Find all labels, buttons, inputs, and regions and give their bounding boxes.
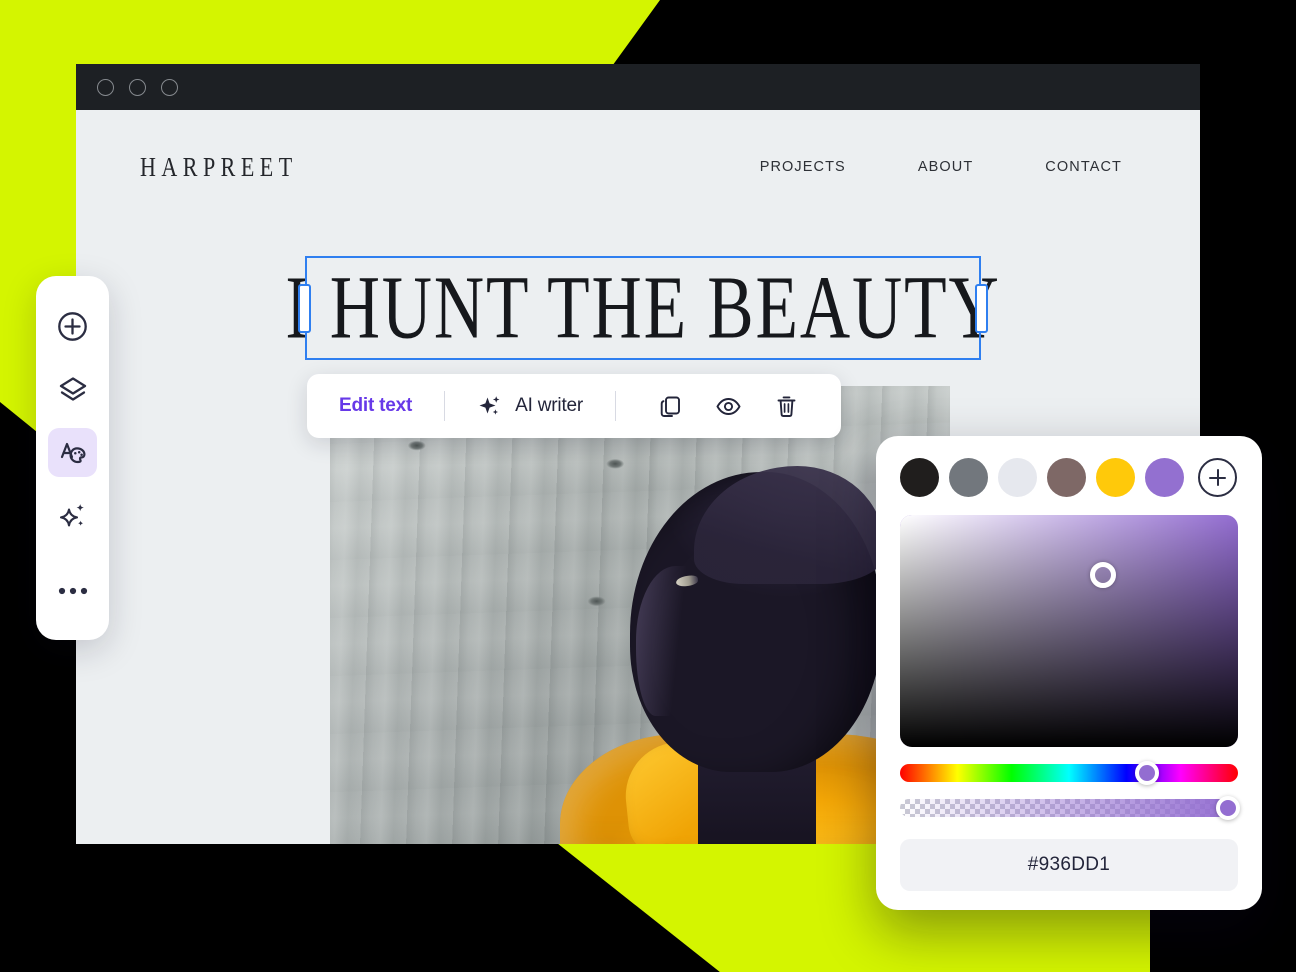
- swatch-black[interactable]: [900, 458, 939, 497]
- edit-text-button[interactable]: Edit text: [333, 391, 418, 421]
- sidebar-item-ai-effects[interactable]: [48, 491, 97, 540]
- sidebar-item-add[interactable]: [48, 302, 97, 351]
- plus-circle-icon: [58, 312, 87, 341]
- sidebar-item-styles[interactable]: [48, 428, 97, 477]
- sv-black-gradient: [900, 515, 1238, 747]
- site-header: HARPREET PROJECTS ABOUT CONTACT: [76, 110, 1200, 182]
- alpha-track: [900, 799, 1238, 817]
- eye-icon: [716, 397, 741, 415]
- site-nav: PROJECTS ABOUT CONTACT: [760, 159, 1132, 175]
- hex-input[interactable]: #936DD1: [900, 839, 1238, 891]
- resize-handle-right[interactable]: [975, 284, 988, 333]
- swatch-gray[interactable]: [949, 458, 988, 497]
- swatch-light[interactable]: [998, 458, 1037, 497]
- sidebar-item-more[interactable]: [48, 566, 97, 615]
- sparkles-icon: [59, 503, 84, 526]
- ai-writer-button[interactable]: AI writer: [471, 389, 589, 423]
- nav-item-projects[interactable]: PROJECTS: [760, 159, 846, 175]
- sidebar-item-layers[interactable]: [48, 365, 97, 414]
- sparkle-icon: [479, 396, 500, 415]
- site-logo[interactable]: HARPREET: [140, 151, 298, 184]
- add-swatch-button[interactable]: [1198, 458, 1237, 497]
- swatch-yellow[interactable]: [1096, 458, 1135, 497]
- hue-track: [900, 764, 1238, 782]
- alpha-slider-knob[interactable]: [1215, 796, 1240, 820]
- duplicate-icon: [660, 396, 680, 417]
- saturation-value-area[interactable]: [900, 515, 1238, 747]
- hero-image[interactable]: [330, 386, 950, 844]
- trash-icon: [777, 395, 796, 417]
- editor-sidebar: [36, 276, 109, 640]
- color-picker-panel: #936DD1: [876, 436, 1262, 910]
- edit-text-label: Edit text: [339, 395, 413, 416]
- screenshot-stage: HARPREET PROJECTS ABOUT CONTACT I HUNT T…: [0, 0, 1296, 972]
- swatch-mauve[interactable]: [1047, 458, 1086, 497]
- headline-selection[interactable]: I HUNT THE BEAUTY: [285, 256, 999, 360]
- swatch-purple[interactable]: [1145, 458, 1184, 497]
- swatch-row: [900, 458, 1238, 497]
- nav-item-contact[interactable]: CONTACT: [1045, 159, 1122, 175]
- hue-slider[interactable]: [900, 761, 1238, 785]
- window-dot-maximize-icon[interactable]: [161, 78, 178, 96]
- text-palette-icon: [60, 442, 86, 464]
- toolbar-divider: [444, 391, 446, 421]
- element-toolbar: Edit text AI writer: [307, 374, 842, 438]
- selection-outline: [305, 256, 981, 360]
- delete-button[interactable]: [758, 390, 815, 423]
- visibility-button[interactable]: [699, 390, 758, 423]
- sv-cursor-handle[interactable]: [1089, 562, 1116, 589]
- ellipsis-icon: [58, 587, 87, 594]
- toolbar-divider: [615, 391, 617, 421]
- ai-writer-label: AI writer: [515, 395, 584, 416]
- window-dot-close-icon[interactable]: [97, 78, 114, 96]
- duplicate-button[interactable]: [642, 390, 699, 423]
- hue-slider-knob[interactable]: [1134, 761, 1159, 785]
- resize-handle-left[interactable]: [298, 284, 311, 333]
- window-dot-minimize-icon[interactable]: [129, 78, 146, 96]
- layers-icon: [59, 376, 86, 401]
- nav-item-about[interactable]: ABOUT: [918, 159, 973, 175]
- browser-titlebar: [76, 64, 1200, 110]
- alpha-slider[interactable]: [900, 796, 1240, 820]
